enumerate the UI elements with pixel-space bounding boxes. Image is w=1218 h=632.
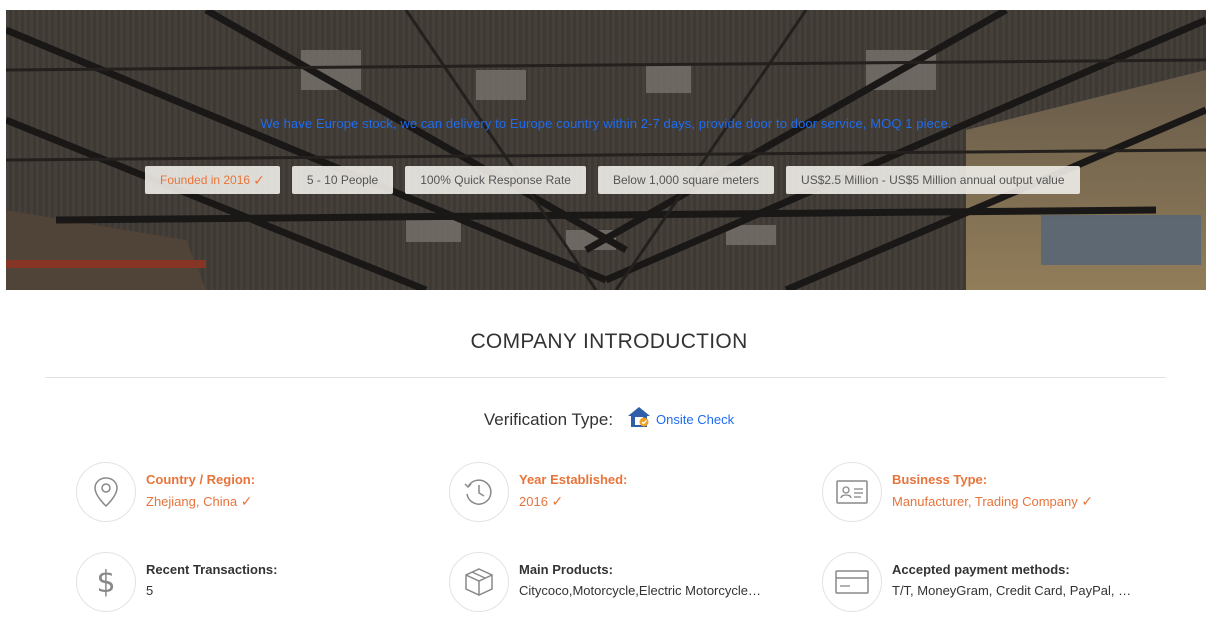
dollar-icon: $ [96,564,116,600]
fact-title: Year Established: [519,472,628,487]
credit-card-icon [835,570,869,594]
fact-recent-transactions: $ Recent Transactions: 5 [76,552,278,612]
fact-title: Recent Transactions: [146,562,278,577]
fact-value: 2016 ✓ [519,493,564,509]
verification-type: Verification Type: Onsite Check [0,406,1218,433]
verification-value-link[interactable]: Onsite Check [656,412,734,427]
onsite-check-icon [627,406,651,433]
verified-check-icon: ✓ [551,493,564,509]
badge-output-value: US$2.5 Million - US$5 Million annual out… [786,166,1080,194]
verified-check-icon: ✓ [1081,493,1094,509]
fact-title: Accepted payment methods: [892,562,1070,577]
fact-value: Citycoco,Motorcycle,Electric Motorcycle,… [519,583,761,598]
id-card-icon [836,480,868,504]
fact-value: 5 [146,583,154,598]
fact-value: T/T, MoneyGram, Credit Card, PayPal, Wes… [892,583,1132,598]
fact-business-type: Business Type: Manufacturer, Trading Com… [822,462,1093,522]
fact-year-established: Year Established: 2016 ✓ [449,462,627,522]
verification-label: Verification Type: [483,409,614,429]
fact-title: Business Type: [892,472,988,487]
location-pin-icon [94,477,118,508]
fact-title: Country / Region: [146,472,256,487]
fact-value: Manufacturer, Trading Company ✓ [892,493,1094,509]
fact-value: Zhejiang, China ✓ [146,493,253,509]
history-clock-icon [464,479,492,505]
hero-tagline[interactable]: We have Europe stock, we can delivery to… [6,116,1206,131]
badge-staff: 5 - 10 People [291,166,394,194]
hero-banner: We have Europe stock, we can delivery to… [6,10,1206,290]
fact-payment-methods: Accepted payment methods: T/T, MoneyGram… [822,552,1132,612]
verified-check-icon: ✓ [240,493,253,509]
badge-response-rate: 100% Quick Response Rate [405,166,586,194]
fact-title: Main Products: [519,562,613,577]
package-box-icon [465,568,493,596]
badge-factory-size: Below 1,000 square meters [597,166,775,194]
fact-main-products: Main Products: Citycoco,Motorcycle,Elect… [449,552,761,612]
verified-check-icon: ✓ [253,171,265,188]
divider [45,377,1166,378]
fact-country-region: Country / Region: Zhejiang, China ✓ [76,462,255,522]
company-badges: Founded in 2016 ✓ 5 - 10 People 100% Qui… [145,166,1080,194]
section-title: COMPANY INTRODUCTION [470,330,748,353]
badge-founded: Founded in 2016 ✓ [145,166,280,194]
